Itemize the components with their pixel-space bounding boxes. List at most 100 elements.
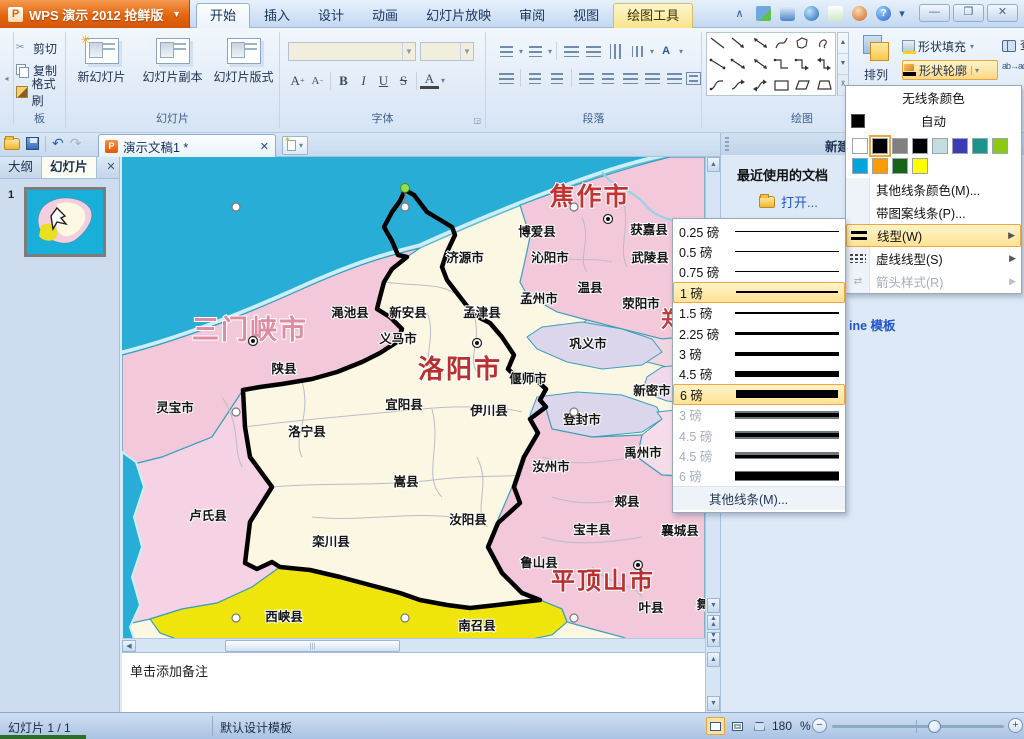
text-box-icon[interactable]: [686, 72, 701, 85]
selection-handle[interactable]: [401, 203, 409, 211]
duplicate-slide-button[interactable]: 幻灯片副本: [137, 36, 208, 85]
line-style-item[interactable]: 线型(W)▶: [846, 224, 1021, 247]
more-lines-item[interactable]: 其他线条(M)...: [673, 486, 845, 510]
strikethrough-button[interactable]: S: [394, 71, 413, 90]
zoom-out-button[interactable]: −: [812, 718, 827, 733]
help-icon[interactable]: ?: [874, 4, 893, 23]
patterned-lines-item[interactable]: 带图案线条(P)...: [846, 201, 1021, 224]
selection-handle[interactable]: [232, 614, 240, 622]
find-button[interactable]: 查找: [1002, 34, 1024, 55]
color-swatch[interactable]: [912, 158, 928, 174]
color-swatch[interactable]: [932, 138, 948, 154]
increase-indent-icon[interactable]: [583, 42, 603, 60]
zoom-slider-thumb[interactable]: [928, 720, 941, 733]
color-swatch[interactable]: [852, 158, 868, 174]
space-after-icon[interactable]: [547, 69, 567, 87]
shape-curved-connector-icon[interactable]: [707, 74, 728, 95]
line-weight-option[interactable]: 4.5 磅: [673, 364, 845, 384]
collapse-ribbon-icon[interactable]: ∧: [730, 4, 749, 23]
home-icon[interactable]: [778, 4, 797, 23]
slide-thumbnail[interactable]: [24, 187, 106, 257]
space-before-icon[interactable]: [525, 69, 545, 87]
line-weight-option[interactable]: 2.25 磅: [673, 323, 845, 343]
shape-elbow-double-arrow-icon[interactable]: [814, 54, 835, 75]
shape-curved-double-arrow-icon[interactable]: [750, 74, 771, 95]
align-left-icon[interactable]: [576, 69, 596, 87]
columns-icon[interactable]: [664, 69, 684, 87]
selection-handle[interactable]: [401, 614, 409, 622]
close-document-icon[interactable]: ✕: [260, 140, 269, 153]
color-swatch[interactable]: [972, 138, 988, 154]
line-weight-option[interactable]: 1 磅: [673, 282, 845, 302]
notes-scroll-down-icon[interactable]: ▼: [707, 696, 720, 711]
ribbon-tab[interactable]: 审阅: [505, 3, 559, 28]
underline-button[interactable]: U: [374, 71, 393, 90]
ribbon-tab[interactable]: 插入: [250, 3, 304, 28]
help-dropdown-icon[interactable]: ▾: [898, 4, 906, 23]
cut-button[interactable]: ✂剪切: [14, 38, 65, 58]
undo-icon[interactable]: ↶: [52, 135, 64, 152]
line-weight-option[interactable]: 6 磅: [673, 384, 845, 404]
line-weight-option[interactable]: 4.5 磅: [673, 445, 845, 465]
align-right-icon[interactable]: [620, 69, 640, 87]
more-line-colors-item[interactable]: 其他线条颜色(M)...: [846, 178, 1021, 201]
ribbon-tab[interactable]: 视图: [559, 3, 613, 28]
scroll-up-icon[interactable]: ▲: [707, 157, 720, 172]
rotation-handle[interactable]: [401, 184, 410, 193]
color-swatch[interactable]: [892, 158, 908, 174]
ribbon-tab[interactable]: 动画: [358, 3, 412, 28]
open-file-icon[interactable]: [4, 138, 20, 150]
font-dialog-launcher-icon[interactable]: ◲: [473, 116, 481, 125]
auto-color-item[interactable]: 自动: [846, 109, 1021, 132]
line-weight-option[interactable]: 1.5 磅: [673, 303, 845, 323]
normal-view-button[interactable]: [706, 717, 725, 735]
decrease-indent-icon[interactable]: [561, 42, 581, 60]
slides-tab[interactable]: 幻灯片: [42, 157, 97, 178]
font-color-button[interactable]: A: [420, 73, 439, 89]
align-center-icon[interactable]: [598, 69, 618, 87]
app-menu-button[interactable]: P WPS 演示 2012 抢鲜版 ▼: [0, 0, 190, 28]
dash-style-item[interactable]: 虚线线型(S)▶: [846, 247, 1021, 270]
account-icon[interactable]: [850, 4, 869, 23]
shape-curved-arrow-icon[interactable]: [728, 74, 749, 95]
shape-rectangle-icon[interactable]: [771, 74, 792, 95]
shape-line-icon[interactable]: [707, 33, 728, 54]
line-weight-option[interactable]: 3 磅: [673, 405, 845, 425]
notes-scrollbar[interactable]: ▲ ▼: [705, 652, 720, 712]
ribbon-tab[interactable]: 设计: [304, 3, 358, 28]
line-weight-option[interactable]: 6 磅: [673, 466, 845, 486]
text-tools-icon[interactable]: A: [656, 42, 676, 60]
color-swatch[interactable]: [872, 158, 888, 174]
slide-sorter-view-button[interactable]: [728, 717, 747, 735]
format-painter-button[interactable]: 格式刷: [14, 82, 65, 102]
shape-fill-button[interactable]: 形状填充 ▾: [902, 36, 998, 56]
color-swatch[interactable]: [852, 138, 868, 154]
chevron-down-icon[interactable]: ▾: [441, 76, 445, 85]
line-spacing-icon[interactable]: [496, 69, 516, 87]
character-spacing-icon[interactable]: [605, 42, 625, 60]
minimize-button[interactable]: —: [919, 4, 950, 22]
shape-trapezoid-icon[interactable]: [814, 74, 835, 95]
horizontal-scroll-thumb[interactable]: [225, 640, 400, 652]
font-name-select[interactable]: ▼: [288, 42, 416, 61]
italic-button[interactable]: I: [354, 71, 373, 90]
ribbon-tab[interactable]: 开始: [196, 3, 250, 28]
scroll-left-icon[interactable]: ◀: [122, 640, 136, 652]
color-swatch[interactable]: [872, 138, 888, 154]
grow-font-button[interactable]: A+: [288, 71, 307, 90]
skin-icon[interactable]: [754, 4, 773, 23]
slide-canvas[interactable]: 三门峡市焦作市洛阳市平顶山市郑济源市博爱县获嘉县沁阳市武陵县孟州市温县荥阳市渑池…: [122, 157, 705, 645]
zoom-in-button[interactable]: +: [1008, 718, 1023, 733]
new-document-tab-button[interactable]: ▾: [282, 136, 308, 155]
color-swatch[interactable]: [952, 138, 968, 154]
zoom-slider-track[interactable]: [832, 725, 1004, 728]
text-direction-icon[interactable]: [627, 42, 647, 60]
shape-outline-button[interactable]: 形状轮廓 ▾: [902, 60, 998, 80]
font-size-select[interactable]: ▼: [420, 42, 474, 61]
shape-line2-icon[interactable]: [707, 54, 728, 75]
new-slide-button[interactable]: ✳新幻灯片: [66, 36, 137, 85]
line-weight-option[interactable]: 0.5 磅: [673, 241, 845, 261]
line-weight-option[interactable]: 0.75 磅: [673, 262, 845, 282]
shape-line3-icon[interactable]: [728, 54, 749, 75]
redo-icon[interactable]: ↷: [70, 135, 82, 152]
